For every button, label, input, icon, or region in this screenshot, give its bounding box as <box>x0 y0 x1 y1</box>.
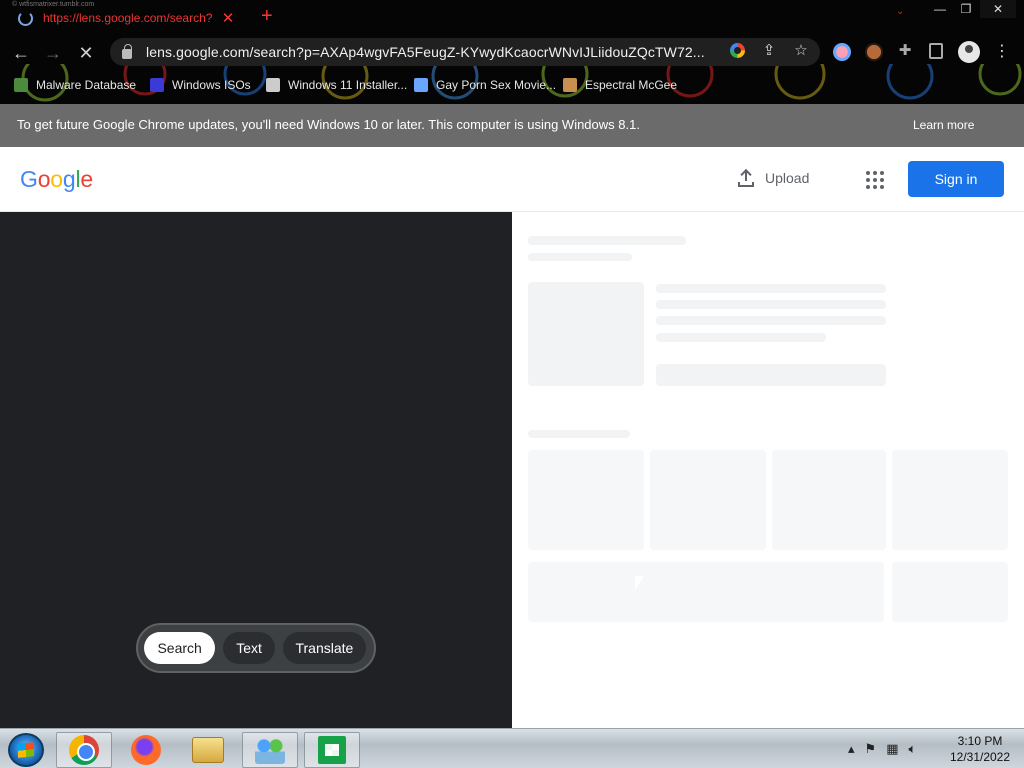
firefox-taskbar-button[interactable] <box>118 732 174 768</box>
mode-text-button[interactable]: Text <box>223 632 275 664</box>
more-icon[interactable]: ⋮ <box>994 41 1010 61</box>
lock-icon[interactable] <box>122 44 132 59</box>
people-taskbar-button[interactable] <box>242 732 298 768</box>
chrome-icon <box>69 735 99 765</box>
lens-page: Google Upload Sign in Search Text Transl… <box>0 147 1024 728</box>
minimize-button[interactable]: — <box>928 0 952 18</box>
active-tab[interactable]: https://lens.google.com/search?p ✕ <box>8 2 252 34</box>
puzzle-icon[interactable]: ✚ <box>896 41 914 59</box>
malware-icon <box>14 78 28 92</box>
lens-mode-switcher: Search Text Translate <box>136 623 376 673</box>
bookmark-windows-isos[interactable]: Windows ISOs <box>150 75 251 95</box>
network-icon[interactable]: ▦ <box>886 741 898 757</box>
share-icon[interactable]: ⇪ <box>760 41 778 59</box>
x-icon <box>150 78 164 92</box>
skeleton-button <box>656 364 886 386</box>
skeleton-line <box>528 253 632 261</box>
extension-icon[interactable] <box>833 43 851 61</box>
flag-icon[interactable]: ⚑ <box>865 741 877 757</box>
close-icon[interactable]: ✕ <box>221 9 235 27</box>
firefox-icon <box>131 735 161 765</box>
store-taskbar-button[interactable] <box>304 732 360 768</box>
address-bar[interactable]: lens.google.com/search?p=AXAp4wgvFA5Feug… <box>110 38 820 66</box>
avatar-extension-icon[interactable] <box>865 43 883 61</box>
upload-button[interactable]: Upload <box>737 169 809 187</box>
browser-toolbar: ← → ✕ lens.google.com/search?p=AXAp4wgvF… <box>0 36 1024 68</box>
bookmarks-bar: Malware Database Windows ISOs Windows 11… <box>0 72 1024 96</box>
skeleton-line <box>656 316 886 325</box>
skeleton-result-card <box>772 450 886 550</box>
mode-search-button[interactable]: Search <box>144 632 216 664</box>
skeleton-line <box>528 430 630 438</box>
tab-search-icon[interactable]: ⌄ <box>896 6 904 17</box>
skeleton-result-card <box>528 450 644 550</box>
profile-icon[interactable] <box>958 41 980 63</box>
stop-icon[interactable]: ✕ <box>73 40 99 66</box>
skeleton-result-card <box>892 562 1008 622</box>
close-window-button[interactable]: ✕ <box>980 0 1016 18</box>
skeleton-line <box>528 236 686 245</box>
windows-taskbar: ▴ ⚑ ▦ 🔈︎ 3:10 PM 12/31/2022 <box>0 728 1024 768</box>
movie-icon <box>414 78 428 92</box>
google-lens-icon[interactable] <box>730 43 745 58</box>
star-icon[interactable]: ☆ <box>792 41 810 59</box>
apps-grid-icon[interactable] <box>866 171 884 189</box>
chevron-up-icon[interactable]: ▴ <box>848 741 855 757</box>
people-icon <box>255 736 285 764</box>
side-panel-icon[interactable] <box>929 43 943 59</box>
desktop-screen: © wtfismatrixer.tumblr.com https://lens.… <box>0 0 1024 768</box>
bookmark-movie[interactable]: Gay Porn Sex Movie... <box>414 75 556 95</box>
clock-date: 12/31/2022 <box>949 750 1011 764</box>
taskbar-clock[interactable]: 3:10 PM 12/31/2022 <box>940 733 1020 765</box>
skeleton-result-card <box>650 450 766 550</box>
skeleton-thumbnail <box>528 282 644 386</box>
store-icon <box>318 736 346 764</box>
volume-icon[interactable]: 🔈︎ <box>908 741 916 757</box>
folder-icon <box>192 737 224 763</box>
upload-icon <box>737 169 755 187</box>
bookmark-espectral-mcgee[interactable]: Espectral McGee <box>563 75 677 95</box>
system-tray: ▴ ⚑ ▦ 🔈︎ <box>848 741 926 757</box>
start-button[interactable] <box>8 733 44 767</box>
tab-strip: https://lens.google.com/search?p ✕ + ⌄ —… <box>0 0 1024 34</box>
google-logo[interactable]: Google <box>20 166 93 193</box>
clock-time: 3:10 PM <box>957 734 1003 748</box>
bookmark-malware-database[interactable]: Malware Database <box>14 75 136 95</box>
skeleton-line <box>656 284 886 293</box>
chrome-taskbar-button[interactable] <box>56 732 112 768</box>
update-infobar: To get future Google Chrome updates, you… <box>0 104 1024 147</box>
file-explorer-taskbar-button[interactable] <box>180 732 236 768</box>
skeleton-line <box>656 300 886 309</box>
upload-label: Upload <box>765 170 810 186</box>
maximize-button[interactable]: ❐ <box>954 0 978 18</box>
results-panel-loading <box>512 212 1024 728</box>
lens-header: Google Upload Sign in <box>0 147 1024 212</box>
sign-in-button[interactable]: Sign in <box>908 161 1004 197</box>
tab-title: https://lens.google.com/search?p <box>43 11 213 25</box>
plus-icon[interactable]: + <box>261 6 273 26</box>
loading-spinner-icon <box>18 10 33 26</box>
bookmark-windows-11-installer[interactable]: Windows 11 Installer... <box>266 75 407 95</box>
forward-arrow-icon[interactable]: → <box>40 40 66 66</box>
image-viewer[interactable]: Search Text Translate <box>0 212 512 728</box>
learn-more-link[interactable]: Learn more <box>913 118 974 132</box>
installer-icon <box>266 78 280 92</box>
infobar-message: To get future Google Chrome updates, you… <box>17 117 640 132</box>
browser-chrome: © wtfismatrixer.tumblr.com https://lens.… <box>0 0 1024 104</box>
mouse-cursor <box>634 575 645 591</box>
mode-translate-button[interactable]: Translate <box>282 632 366 664</box>
skeleton-line <box>656 333 826 342</box>
skeleton-result-row <box>528 562 884 622</box>
spectral-icon <box>563 78 577 92</box>
back-arrow-icon[interactable]: ← <box>8 40 34 66</box>
address-url[interactable]: lens.google.com/search?p=AXAp4wgvFA5Feug… <box>146 44 705 60</box>
skeleton-result-card <box>892 450 1008 550</box>
